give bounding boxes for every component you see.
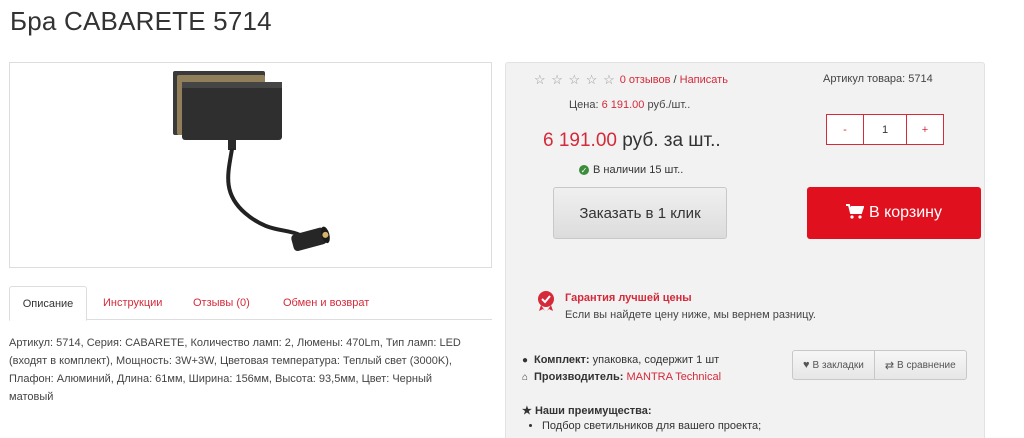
kit-label: Комплект:: [534, 354, 590, 366]
product-meta: ● Комплект: упаковка, содержит 1 шт ⌂ Прои…: [522, 352, 721, 386]
quantity-stepper: - 1 +: [826, 114, 944, 145]
bookmark-label: В закладки: [812, 359, 864, 371]
tab-instructions[interactable]: Инструкции: [103, 286, 162, 321]
unit-price: Цена: 6 191.00 руб./шт..: [569, 99, 690, 111]
heart-icon: ♥: [803, 359, 810, 371]
quantity-minus-button[interactable]: -: [826, 114, 864, 145]
guarantee-title: Гарантия лучшей цены: [565, 292, 692, 304]
sku-info: Артикул товара: 5714: [823, 73, 933, 85]
reviews-link[interactable]: 0 отзывов: [620, 74, 671, 86]
write-review-link[interactable]: Написать: [680, 74, 728, 86]
sku-label: Артикул товара:: [823, 73, 906, 85]
compare-arrows-icon: ⇄: [884, 359, 895, 372]
unit-price-unit: руб./шт..: [644, 99, 691, 111]
kit-row: ● Комплект: упаковка, содержит 1 шт: [522, 352, 721, 369]
kit-value: упаковка, содержит 1 шт: [589, 354, 720, 366]
page-title: Бра CABARETE 5714: [10, 6, 272, 36]
total-price: 6 191.00 руб. за шт..: [543, 130, 721, 152]
unit-price-label: Цена:: [569, 99, 599, 111]
tab-description[interactable]: Описание: [9, 286, 87, 321]
stock-text: В наличии 15 шт..: [593, 164, 684, 176]
rating-stars-icon[interactable]: ☆ ☆ ☆ ☆ ☆: [534, 72, 616, 88]
rating-row: ☆ ☆ ☆ ☆ ☆ 0 отзывов / Написать: [534, 72, 728, 88]
star-icon: ★: [522, 405, 532, 417]
cart-icon: [845, 203, 865, 223]
guarantee-badge-icon: [538, 291, 554, 311]
one-click-order-button[interactable]: Заказать в 1 клик: [553, 187, 727, 239]
list-item: Подбор светильников для вашего проекта;: [542, 420, 761, 432]
stock-status: ✓ В наличии 15 шт..: [579, 164, 683, 176]
bookmark-button[interactable]: ♥ В закладки: [792, 350, 875, 380]
product-tabs: Описание Инструкции Отзывы (0) Обмен и в…: [9, 286, 492, 321]
compare-label: В сравнение: [897, 359, 956, 371]
wall-lamp-picture: [173, 71, 330, 252]
advantages-title: Наши преимущества:: [534, 405, 652, 417]
check-circle-icon: ✓: [579, 165, 589, 175]
manufacturer-link[interactable]: MANTRA Technical: [627, 371, 722, 383]
home-icon: ⌂: [522, 372, 529, 383]
advantages-list: Подбор светильников для вашего проекта;: [542, 420, 761, 432]
manufacturer-row: ⌂ Производитель: MANTRA Technical: [522, 369, 721, 386]
unit-price-value: 6 191.00: [601, 99, 645, 111]
bookmark-compare-group: ♥ В закладки ⇄ В сравнение: [792, 350, 967, 380]
info-icon: ●: [522, 355, 529, 366]
add-to-cart-button[interactable]: В корзину: [807, 187, 981, 239]
tab-reviews[interactable]: Отзывы (0): [193, 286, 250, 321]
guarantee-text: Если вы найдете цену ниже, мы вернем раз…: [565, 309, 816, 321]
add-to-cart-label: В корзину: [868, 204, 943, 221]
sku-value: 5714: [908, 73, 933, 85]
product-description: Артикул: 5714, Серия: CABARETE, Количест…: [9, 337, 461, 403]
advantages: ★ Наши преимущества: Подбор светильников…: [522, 404, 761, 432]
rating-separator: /: [670, 74, 680, 86]
advantages-title-row: ★ Наши преимущества:: [522, 404, 761, 417]
total-price-unit: руб. за шт..: [616, 130, 721, 151]
quantity-input[interactable]: 1: [864, 114, 906, 145]
total-price-value: 6 191.00: [543, 130, 617, 151]
tab-exchange-return[interactable]: Обмен и возврат: [283, 286, 369, 321]
product-image[interactable]: [9, 62, 492, 268]
manufacturer-label: Производитель:: [534, 371, 624, 383]
compare-button[interactable]: ⇄ В сравнение: [874, 350, 967, 380]
quantity-plus-button[interactable]: +: [906, 114, 944, 145]
